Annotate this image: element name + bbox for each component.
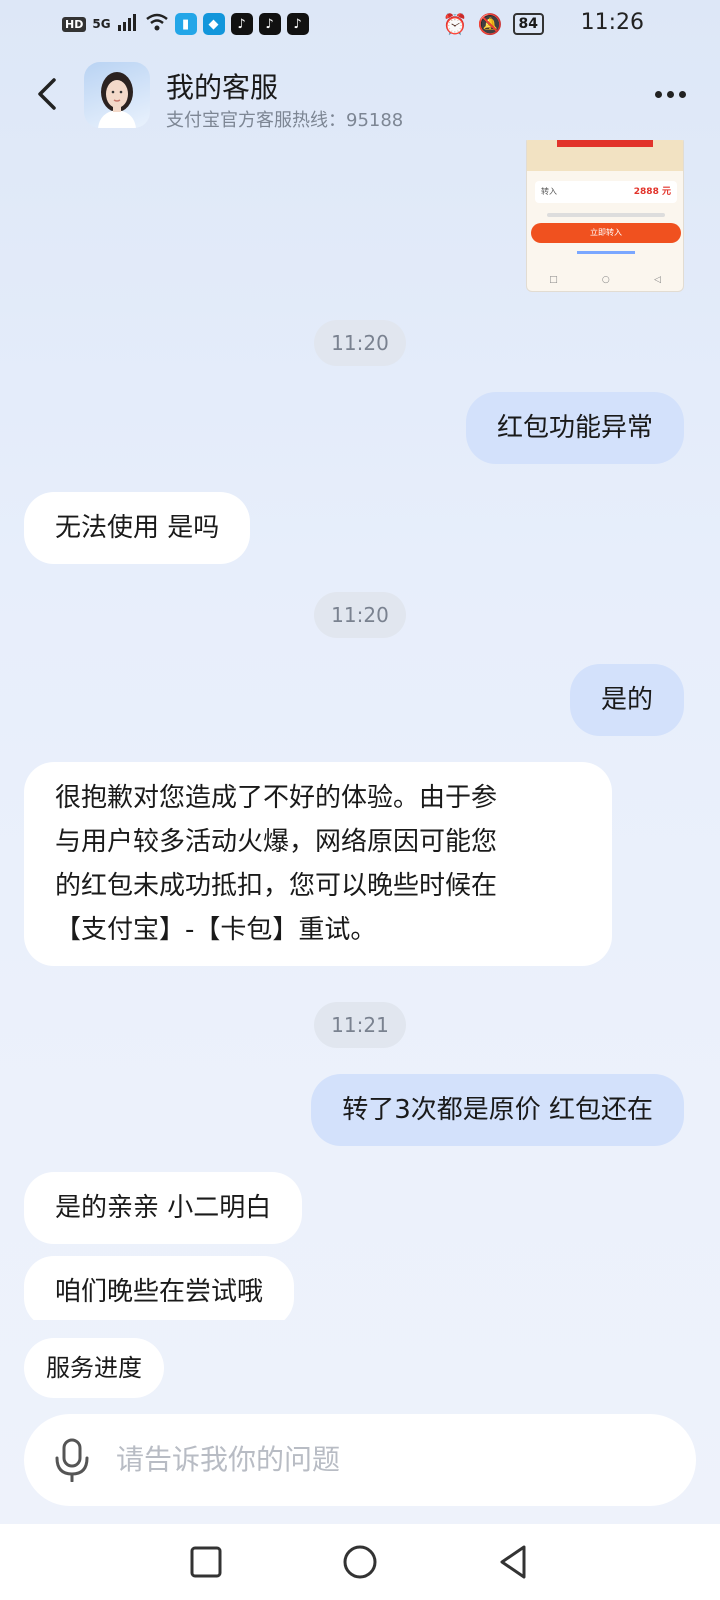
- received-message[interactable]: 很抱歉对您造成了不好的体验。由于参 与用户较多活动火爆，网络原因可能您 的红包未…: [24, 762, 612, 966]
- tiktok-icon: ♪: [286, 13, 309, 35]
- thumb-button: 立即转入: [531, 223, 681, 243]
- received-message[interactable]: 是的亲亲 小二明白: [24, 1172, 303, 1244]
- more-dot-icon: [678, 90, 686, 98]
- page-title: 我的客服: [166, 71, 279, 104]
- service-progress-chip[interactable]: 服务进度: [24, 1338, 164, 1398]
- timestamp: 11:20: [314, 320, 406, 366]
- alarm-icon: ⏰: [442, 12, 468, 36]
- message-line: 与用户较多活动火爆，网络原因可能您: [55, 827, 498, 857]
- tiktok-icon: ♪: [230, 13, 253, 35]
- sent-message[interactable]: 是的: [569, 664, 684, 736]
- recent-apps-button[interactable]: [186, 1542, 226, 1582]
- more-dot-icon: [654, 90, 662, 98]
- back-button[interactable]: [30, 74, 70, 114]
- chat-list[interactable]: 转入 2888 元 立即转入 □ ○ ◁ 11:20 红包功能异常 无法使用 是吗 …: [0, 140, 720, 1320]
- sent-message[interactable]: 转了3次都是原价 红包还在: [311, 1074, 684, 1146]
- system-nav-bar: [0, 1524, 720, 1600]
- home-button[interactable]: [340, 1542, 380, 1582]
- image-message[interactable]: 转入 2888 元 立即转入 □ ○ ◁: [526, 140, 684, 292]
- agent-avatar-icon: [98, 72, 136, 128]
- received-message[interactable]: 无法使用 是吗: [24, 492, 251, 564]
- thumb-line: [547, 213, 665, 217]
- avatar[interactable]: [84, 62, 150, 128]
- back-nav-button[interactable]: [494, 1542, 534, 1582]
- thumb-nav: □ ○ ◁: [549, 275, 661, 285]
- chat-header: 我的客服 支付宝官方客服热线：95188: [0, 56, 720, 136]
- hd-badge: HD: [62, 16, 87, 32]
- thumb-unit: 元: [661, 187, 671, 197]
- sent-message[interactable]: 红包功能异常: [465, 392, 684, 464]
- message-line: 很抱歉对您造成了不好的体验。由于参: [55, 783, 498, 813]
- tiktok-icon: ♪: [258, 13, 281, 35]
- thumb-label: 转入: [541, 187, 557, 196]
- timestamp: 11:20: [314, 592, 406, 638]
- network-badge: 5G: [92, 17, 111, 31]
- more-menu-button[interactable]: [650, 76, 690, 112]
- received-message[interactable]: 咱们晚些在尝试哦: [24, 1256, 295, 1320]
- triangle-back-icon: [500, 1545, 526, 1579]
- thumb-amount: 2888: [633, 187, 659, 197]
- more-dot-icon: [666, 90, 674, 98]
- message-line: 【支付宝】-【卡包】重试。: [55, 915, 377, 945]
- message-input-bar[interactable]: 请告诉我你的问题: [24, 1414, 696, 1506]
- chevron-left-icon: [38, 78, 56, 110]
- thumb-banner: [527, 140, 683, 171]
- thumb-link: [577, 251, 635, 254]
- message-input[interactable]: 请告诉我你的问题: [116, 1414, 340, 1506]
- mute-icon: 🔕: [477, 12, 503, 36]
- timestamp: 11:21: [314, 1002, 406, 1048]
- message-line: 的红包未成功抵扣，您可以晚些时候在: [55, 871, 498, 901]
- battery-icon: 84: [512, 13, 544, 35]
- book-app-icon: ▮: [174, 13, 197, 35]
- square-icon: [190, 1546, 222, 1578]
- microphone-icon: [55, 1438, 89, 1483]
- status-right: ⏰ 🔕 84: [443, 10, 544, 38]
- thumb-row: 转入 2888 元: [535, 181, 677, 203]
- status-left: HD 5G ▮ ◆ ♪ ♪ ♪: [62, 12, 309, 36]
- voice-input-button[interactable]: [52, 1438, 92, 1483]
- signal-icon: [117, 12, 139, 36]
- blue-app-icon: ◆: [202, 13, 225, 35]
- status-bar: HD 5G ▮ ◆ ♪ ♪ ♪ ⏰ 🔕 84 11:26: [0, 0, 720, 48]
- hotline-subtitle: 支付宝官方客服热线：95188: [166, 110, 404, 131]
- status-time: 11:26: [580, 10, 644, 35]
- wifi-icon: [145, 12, 169, 36]
- circle-icon: [343, 1545, 377, 1579]
